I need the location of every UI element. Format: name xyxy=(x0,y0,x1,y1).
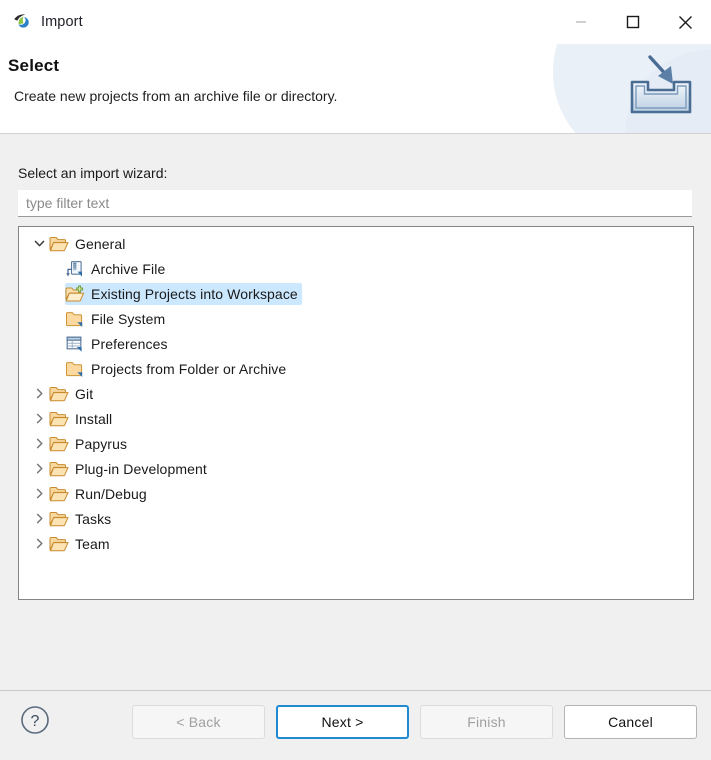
import-wizard-label: Select an import wizard: xyxy=(18,165,168,181)
tree-item-label: File System xyxy=(91,310,166,327)
open-folder-icon xyxy=(49,235,69,253)
tree-item[interactable]: File System xyxy=(19,306,693,331)
tree-item-content: Papyrus xyxy=(49,433,131,455)
dialog-buttons: < Back Next > Finish Cancel xyxy=(132,705,697,739)
tree-item-content: Existing Projects into Workspace xyxy=(65,282,302,305)
tree-item[interactable]: Git xyxy=(19,381,693,406)
open-folder-icon xyxy=(49,410,69,428)
open-folder-icon xyxy=(49,535,69,553)
tree-item-label: Projects from Folder or Archive xyxy=(91,360,287,377)
tree-item[interactable]: Preferences xyxy=(19,331,693,356)
eclipse-logo-icon xyxy=(12,12,32,32)
cancel-button[interactable]: Cancel xyxy=(564,705,697,739)
page-description: Create new projects from an archive file… xyxy=(14,88,338,104)
import-wizard-tree[interactable]: General Archive File Existing Projects int… xyxy=(18,226,694,600)
title-bar: Import xyxy=(0,0,711,44)
open-folder-icon xyxy=(49,385,69,403)
dialog-body: Select an import wizard: General Archive … xyxy=(0,134,711,690)
tree-item-content: File System xyxy=(65,308,169,330)
window-title: Import xyxy=(41,14,83,30)
tree-item[interactable]: Plug-in Development xyxy=(19,456,693,481)
open-folder-icon xyxy=(49,460,69,478)
chevron-right-icon[interactable] xyxy=(29,481,49,506)
preferences-grid-icon xyxy=(65,335,85,353)
tree-item[interactable]: Existing Projects into Workspace xyxy=(19,281,693,306)
close-icon[interactable] xyxy=(659,0,711,44)
tree-item-content: Plug-in Development xyxy=(49,458,211,480)
chevron-right-icon[interactable] xyxy=(29,431,49,456)
tree-item-label: Install xyxy=(75,410,113,427)
tree-item-content: Preferences xyxy=(65,333,172,355)
tree-item-label: Tasks xyxy=(75,510,112,527)
tree-item[interactable]: Projects from Folder or Archive xyxy=(19,356,693,381)
dialog-footer: ? < Back Next > Finish Cancel xyxy=(0,690,711,760)
tree-item[interactable]: Archive File xyxy=(19,256,693,281)
tree-item-label: Archive File xyxy=(91,260,166,277)
chevron-right-icon[interactable] xyxy=(29,506,49,531)
tree-item-content: Tasks xyxy=(49,508,115,530)
tree-item-content: Team xyxy=(49,533,114,555)
next-button[interactable]: Next > xyxy=(276,705,409,739)
minimize-icon[interactable] xyxy=(555,0,607,44)
chevron-right-icon[interactable] xyxy=(29,456,49,481)
tree-item-content: General xyxy=(49,233,130,255)
back-button: < Back xyxy=(132,705,265,739)
tree-item-content: Install xyxy=(49,408,116,430)
open-folder-icon xyxy=(49,485,69,503)
tree-item[interactable]: Team xyxy=(19,531,693,556)
chevron-right-icon[interactable] xyxy=(29,381,49,406)
tree-item[interactable]: Run/Debug xyxy=(19,481,693,506)
tree-item-label: Git xyxy=(75,385,94,402)
chevron-right-icon[interactable] xyxy=(29,531,49,556)
filter-input[interactable] xyxy=(18,190,692,217)
tree-item[interactable]: General xyxy=(19,231,693,256)
projects-import-icon xyxy=(65,285,85,303)
finish-button: Finish xyxy=(420,705,553,739)
wizard-header-banner: Select Create new projects from an archi… xyxy=(0,44,711,134)
tree-item-content: Projects from Folder or Archive xyxy=(65,358,290,380)
tree-item-label: Team xyxy=(75,535,110,552)
tree-item[interactable]: Install xyxy=(19,406,693,431)
help-question-icon[interactable]: ? xyxy=(18,703,52,737)
title-bar-left: Import xyxy=(0,12,83,32)
chevron-right-icon[interactable] xyxy=(29,406,49,431)
tree-item-label: Papyrus xyxy=(75,435,128,452)
open-folder-icon xyxy=(49,510,69,528)
tree-item-content: Git xyxy=(49,383,97,405)
tree-item[interactable]: Papyrus xyxy=(19,431,693,456)
open-folder-icon xyxy=(49,435,69,453)
tree-item-label: Existing Projects into Workspace xyxy=(91,285,298,302)
folder-icon xyxy=(65,360,85,378)
import-tray-arrow-icon xyxy=(626,54,696,120)
tree-item-label: Preferences xyxy=(91,335,168,352)
tree-item-content: Archive File xyxy=(65,258,169,280)
svg-text:?: ? xyxy=(31,713,40,730)
chevron-down-icon[interactable] xyxy=(29,231,49,256)
window-controls xyxy=(555,0,711,44)
maximize-icon[interactable] xyxy=(607,0,659,44)
tree-item-label: Run/Debug xyxy=(75,485,147,502)
tree-item-content: Run/Debug xyxy=(49,483,151,505)
tree-item-label: Plug-in Development xyxy=(75,460,207,477)
tree-item-label: General xyxy=(75,235,126,252)
page-title: Select xyxy=(8,56,60,75)
tree-item[interactable]: Tasks xyxy=(19,506,693,531)
folder-icon xyxy=(65,310,85,328)
archive-file-icon xyxy=(65,260,85,278)
